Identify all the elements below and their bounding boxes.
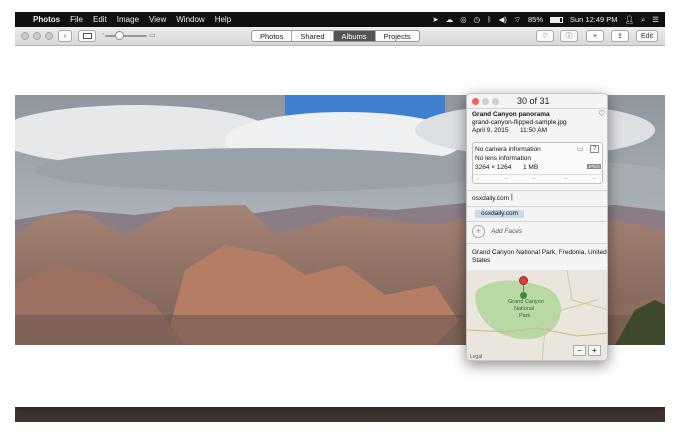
photo-filename: grand-canyon-flipped-sample.jpg xyxy=(472,119,567,126)
user-icon[interactable]: 👤︎ xyxy=(625,15,635,24)
divider xyxy=(467,221,607,222)
divider xyxy=(467,108,607,109)
park-icon xyxy=(520,292,527,299)
spotlight-search-icon[interactable]: ⌕ xyxy=(641,15,645,25)
window-toolbar: ‹ ▫ ▭ Photos Shared Albums Projects ♡ ⓘ … xyxy=(15,27,665,46)
status-area: ➤ ☁ ◎ ◷ ᛒ ◀) ⌔ 85% Sun 12:49 PM 👤︎ ⌕ ☰ xyxy=(432,12,659,27)
divider xyxy=(467,190,607,191)
info-icon: ⓘ xyxy=(565,33,573,40)
divider xyxy=(467,206,607,207)
close-window-button[interactable] xyxy=(21,32,29,40)
exif-aperture: - xyxy=(565,175,568,182)
photos-window: ‹ ▫ ▭ Photos Shared Albums Projects ♡ ⓘ … xyxy=(15,27,665,407)
time-machine-icon[interactable]: ◷ xyxy=(474,15,481,24)
clock[interactable]: Sun 12:49 PM xyxy=(570,15,618,24)
zoom-slider-knob[interactable] xyxy=(115,31,124,40)
menu-window[interactable]: Window xyxy=(171,12,209,27)
map-graphic xyxy=(467,270,607,360)
back-button[interactable]: ‹ xyxy=(58,30,72,42)
zoom-window-button[interactable] xyxy=(45,32,53,40)
zoom-small-icon: ▫ xyxy=(102,32,105,38)
menu-file[interactable]: File xyxy=(65,12,88,27)
edit-button[interactable]: Edit xyxy=(636,30,658,42)
format-badge: JPEG xyxy=(587,164,601,169)
location-line-2: States xyxy=(472,257,491,264)
location-line-1: Grand Canyon National Park, Fredonia, Un… xyxy=(472,249,607,256)
camera-icon: ▭ xyxy=(577,146,584,153)
map-label-line-1: Grand Canyon xyxy=(508,299,544,305)
add-faces-icon[interactable]: + xyxy=(472,225,485,238)
map-label-line-2: National xyxy=(514,306,535,312)
photo-counter: 30 of 31 xyxy=(517,96,550,106)
inspector-minimize-button xyxy=(482,98,489,105)
menu-view[interactable]: View xyxy=(144,12,171,27)
camera-info: No camera information xyxy=(475,146,541,153)
info-inspector: 30 of 31 Grand Canyon panorama ♡ grand-c… xyxy=(466,93,608,361)
map-pin-stem xyxy=(523,285,524,292)
text-cursor: | xyxy=(511,194,513,201)
exif-iso: - xyxy=(477,175,480,182)
app-menu[interactable]: Photos xyxy=(28,12,65,27)
add-button[interactable]: + xyxy=(586,30,604,42)
photo-time[interactable]: 11:50 AM xyxy=(520,127,547,134)
menu-image[interactable]: Image xyxy=(112,12,144,27)
map-legal-link[interactable]: Legal xyxy=(470,354,482,360)
tab-shared[interactable]: Shared xyxy=(292,31,334,41)
menu-bar: Photos File Edit Image View Window Help … xyxy=(15,12,665,27)
favorite-heart-icon[interactable]: ♡ xyxy=(598,109,605,118)
wifi-icon[interactable]: ⌔ xyxy=(514,15,521,25)
divider xyxy=(473,174,602,175)
share-button[interactable]: ⇪ xyxy=(611,30,629,42)
map-zoom-out-button[interactable]: − xyxy=(573,345,586,356)
bluetooth-icon[interactable]: ᛒ xyxy=(487,15,492,24)
menu-edit[interactable]: Edit xyxy=(88,12,112,27)
exif-ev: - xyxy=(533,175,536,182)
tab-projects[interactable]: Projects xyxy=(376,31,419,41)
sidebar-toggle-button[interactable] xyxy=(78,30,96,42)
sync-icon[interactable]: ◎ xyxy=(460,15,467,24)
chevron-left-icon: ‹ xyxy=(63,32,67,40)
share-icon: ⇪ xyxy=(617,33,623,40)
location-map[interactable]: Grand Canyon National Park Legal − + xyxy=(467,270,607,360)
battery-percent[interactable]: 85% xyxy=(528,15,543,24)
keyword-chip[interactable]: osxdaily.com xyxy=(475,210,525,218)
map-zoom-in-button[interactable]: + xyxy=(588,345,601,356)
file-size: 1 MB xyxy=(523,164,539,171)
zoom-large-icon: ▭ xyxy=(149,32,156,39)
inspector-zoom-button xyxy=(492,98,499,105)
description-field[interactable]: osxdaily.com xyxy=(472,195,509,202)
camera-info-box: No camera information ▭ ? No lens inform… xyxy=(472,142,603,184)
photo-title[interactable]: Grand Canyon panorama xyxy=(472,111,550,118)
tab-albums[interactable]: Albums xyxy=(333,31,376,41)
inspector-close-button[interactable] xyxy=(472,98,479,105)
plus-icon: + xyxy=(592,32,598,40)
exif-shutter: - xyxy=(593,175,596,182)
map-pin-icon[interactable] xyxy=(519,276,528,285)
notification-center-icon[interactable]: ☰ xyxy=(652,15,659,24)
image-dimensions: 3264 × 1264 xyxy=(475,164,512,171)
divider xyxy=(467,243,607,244)
volume-icon[interactable]: ◀) xyxy=(499,15,507,24)
exif-focal: - xyxy=(505,175,508,182)
forward-arrow-icon[interactable]: ➤ xyxy=(432,15,438,24)
battery-icon[interactable] xyxy=(550,16,563,23)
menu-help[interactable]: Help xyxy=(210,12,236,27)
question-icon: ? xyxy=(590,145,600,153)
tab-photos[interactable]: Photos xyxy=(252,31,293,41)
heart-icon: ♡ xyxy=(541,33,549,40)
zoom-slider-track[interactable] xyxy=(105,35,147,37)
cloud-icon[interactable]: ☁ xyxy=(446,15,454,24)
desktop-background: Photos File Edit Image View Window Help … xyxy=(15,12,665,422)
photo-date[interactable]: April 9, 2015 xyxy=(472,127,509,134)
sidebar-icon xyxy=(82,33,92,39)
info-button[interactable]: ⓘ xyxy=(560,30,578,42)
map-label-line-3: Park xyxy=(519,313,531,319)
favorite-button[interactable]: ♡ xyxy=(536,30,554,42)
view-tabs: Photos Shared Albums Projects xyxy=(251,30,420,42)
screen: Photos File Edit Image View Window Help … xyxy=(0,0,680,436)
minimize-window-button[interactable] xyxy=(33,32,41,40)
lens-info: No lens information xyxy=(475,155,531,162)
add-faces-label[interactable]: Add Faces xyxy=(491,228,522,235)
